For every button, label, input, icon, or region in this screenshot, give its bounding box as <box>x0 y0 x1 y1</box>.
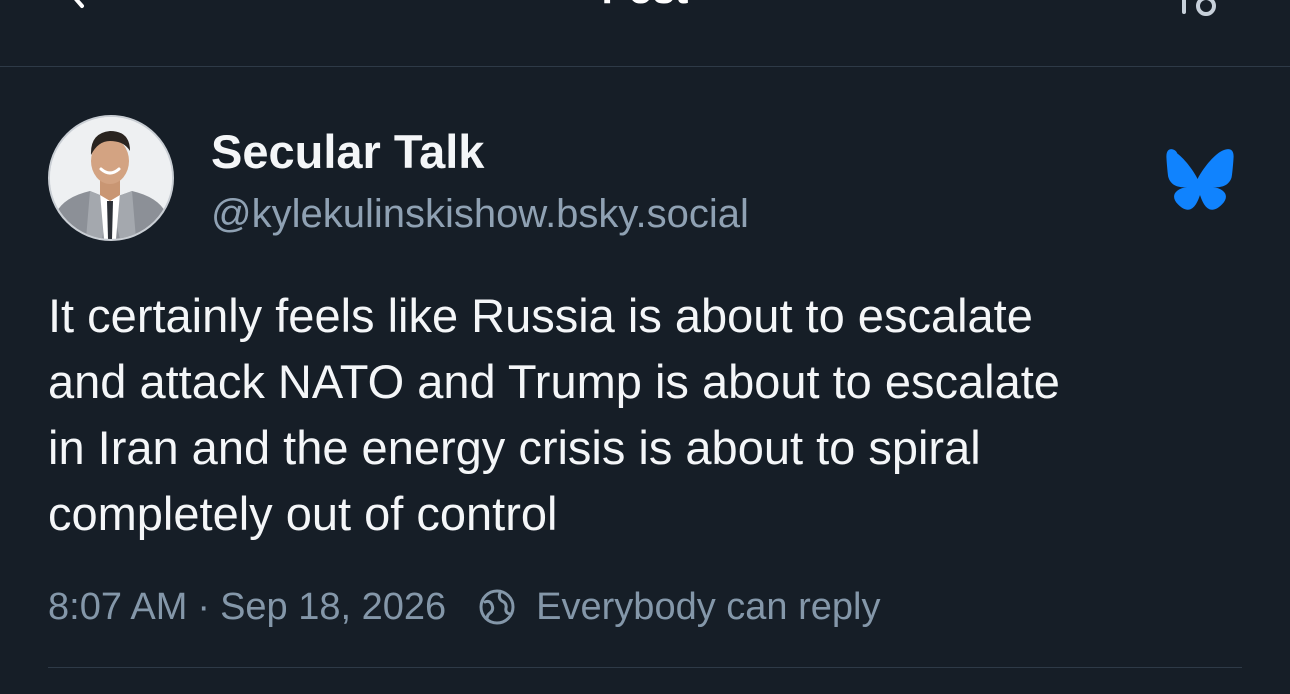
post-time: 8:07 AM <box>48 585 188 628</box>
post-text: It certainly feels like Russia is about … <box>48 289 1060 540</box>
author-handle[interactable]: @kylekulinskishow.bsky.social <box>211 192 749 237</box>
post-meta-row: 8:07 AM · Sep 18, 2026 Everybody can rep… <box>48 584 880 630</box>
reply-setting-button[interactable]: Everybody can reply <box>478 586 880 629</box>
author-display-name[interactable]: Secular Talk <box>211 124 484 179</box>
meta-separator: · <box>197 585 211 628</box>
language-translate-icon <box>1182 0 1216 16</box>
post-date: Sep 18, 2026 <box>220 585 447 628</box>
bluesky-butterfly-icon <box>1164 146 1236 212</box>
top-nav-bar: Post <box>0 0 1290 67</box>
nav-title: Post <box>0 0 1290 13</box>
globe-icon <box>479 589 515 625</box>
divider <box>48 667 1242 668</box>
translate-button[interactable] <box>1176 0 1220 16</box>
reply-setting-label: Everybody can reply <box>536 585 881 628</box>
avatar[interactable] <box>48 115 174 241</box>
avatar-photo <box>50 117 172 239</box>
post-thread-screen: Post Secular Talk @ky <box>0 0 1290 694</box>
